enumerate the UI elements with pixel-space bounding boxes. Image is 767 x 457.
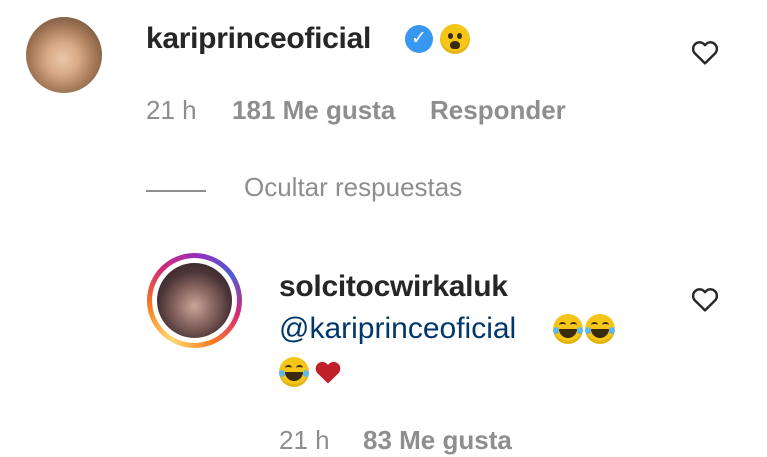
story-ring[interactable] [147, 253, 242, 348]
verified-badge-icon: ✓ [405, 25, 433, 53]
laughing-face-emoji-icon [553, 314, 583, 344]
reply-like-count[interactable]: 83 Me gusta [363, 425, 512, 456]
avatar-solcitocwirkaluk[interactable] [157, 263, 232, 338]
like-comment-heart-icon[interactable] [689, 36, 721, 68]
hide-replies-button[interactable]: Ocultar respuestas [244, 172, 462, 203]
comment-timestamp: 21 h [146, 95, 197, 125]
avatar-kariprinceoficial[interactable] [26, 17, 102, 93]
comment-like-count[interactable]: 181 Me gusta [232, 95, 395, 126]
like-reply-heart-icon[interactable] [689, 283, 721, 315]
red-heart-emoji-icon [315, 361, 341, 384]
reply-timestamp: 21 h [279, 425, 330, 455]
reply-button[interactable]: Responder [430, 95, 566, 126]
mention-link[interactable]: @kariprinceoficial [279, 312, 516, 346]
reply-username[interactable]: solcitocwirkaluk [279, 270, 508, 304]
comment-username[interactable]: kariprinceoficial [146, 22, 371, 56]
laughing-face-emoji-icon [585, 314, 615, 344]
laughing-face-emoji-icon [279, 357, 309, 387]
crying-face-emoji-icon [440, 24, 470, 54]
replies-divider-line [146, 190, 206, 192]
